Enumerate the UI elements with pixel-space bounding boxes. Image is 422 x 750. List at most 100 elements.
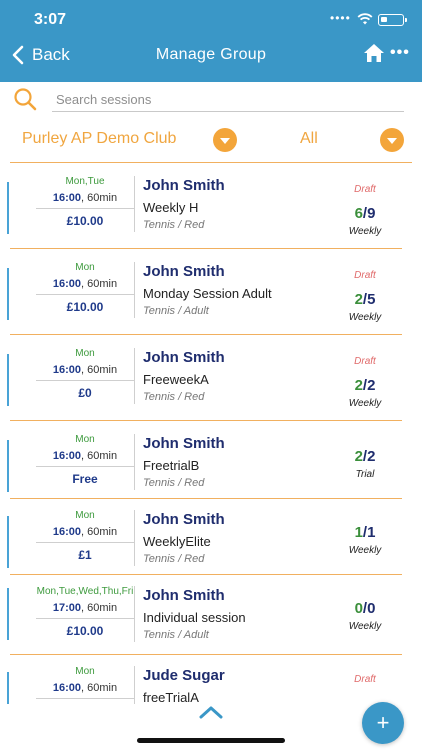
session-schedule: Mon 16:00, 60min £1 [36,510,134,562]
session-price: £1 [78,548,92,562]
session-sport: Tennis / Red [143,553,205,565]
chevron-down-icon [387,137,397,144]
session-price: £10.00 [66,214,104,228]
home-indicator [137,738,285,743]
session-time-duration: 16:00, 60min [36,277,134,295]
count-filled: 2 [354,448,363,465]
count-filled: 6 [354,205,363,222]
session-name: FreetrialB [143,458,200,473]
coach-name: John Smith [143,587,225,604]
card-accent [7,354,9,406]
session-card[interactable]: Mon 16:00, 60min Free John Smith Freetri… [0,422,422,499]
add-session-button[interactable]: + [362,702,404,744]
session-status: Draft [354,270,376,281]
session-frequency: Weekly [348,621,382,632]
session-time: 16:00 [52,526,82,538]
card-accent [7,440,9,492]
status-time: 3:07 [34,11,67,28]
cellular-signal-icon: •••• [330,11,351,25]
session-duration: , 60min [81,602,118,614]
session-status: Draft [354,674,376,685]
session-card[interactable]: Mon 16:00, 60min £10.00 John Smith Monda… [0,250,422,336]
session-schedule: Mon,Tue 16:00, 60min £10.00 [36,176,134,228]
search-bar [0,82,422,122]
session-duration: , 60min [81,278,118,290]
session-days: Mon [75,262,95,273]
coach-name: Jude Sugar [143,667,225,684]
session-time: 16:00 [52,364,82,376]
count-filled: 1 [354,524,363,541]
divider [10,162,412,163]
session-time-duration: 16:00, 60min [36,681,134,699]
coach-name: John Smith [143,511,225,528]
top-bar: 3:07 •••• Back Manage Group ••• [0,0,422,82]
session-sport: Tennis / Adult [143,629,209,641]
session-schedule: Mon 16:00, 60min £0 [36,348,134,400]
card-accent [7,516,9,568]
status-bar: 3:07 •••• [0,10,422,32]
more-dots-icon[interactable]: ••• [390,44,410,62]
search-icon [14,88,37,111]
session-name: freeTrialA [143,690,199,704]
coach-name: John Smith [143,349,225,366]
count-capacity: /2 [362,448,376,465]
count-capacity: /9 [362,205,376,222]
card-accent [7,182,9,234]
type-filter-value[interactable]: All [300,130,318,148]
session-card[interactable]: Mon 16:00, 60min £0 John Smith FreeweekA… [0,336,422,422]
session-card[interactable]: Mon 16:00, 60min £1 John Smith WeeklyEli… [0,498,422,575]
session-count: 2/5 [330,291,400,308]
session-days: Mon [75,510,95,521]
session-time-duration: 16:00, 60min [36,363,134,381]
coach-name: John Smith [143,435,225,452]
session-schedule: Mon 16:00, 60min Free [36,434,134,486]
card-accent [7,672,9,704]
session-frequency: Trial [355,469,375,480]
session-schedule: Mon 16:00, 60min £10.00 [36,262,134,314]
session-days: Mon [75,666,95,677]
session-frequency: Weekly [348,545,382,556]
session-days: Mon [75,348,95,359]
card-divider [134,434,135,490]
session-name: Monday Session Adult [143,286,272,301]
card-divider [134,666,135,704]
session-frequency: Weekly [348,226,382,237]
session-status: Draft [354,184,376,195]
count-capacity: /0 [362,600,376,617]
card-divider [134,176,135,232]
club-filter-value[interactable]: Purley AP Demo Club [22,130,176,148]
card-accent [7,588,9,640]
session-count: 2/2 [330,448,400,465]
session-sport: Tennis / Red [143,391,205,403]
session-price: Free [72,472,98,486]
session-count: 1/1 [330,524,400,541]
session-frequency: Weekly [348,398,382,409]
card-accent [7,268,9,320]
session-card[interactable]: Mon,Tue,Wed,Thu,Fri 17:00, 60min £10.00 … [0,574,422,655]
session-status: Draft [354,356,376,367]
search-input[interactable] [52,88,404,112]
club-dropdown-button[interactable] [213,128,237,152]
session-price: £0 [78,386,92,400]
session-duration: , 60min [81,450,118,462]
session-time: 16:00 [52,450,82,462]
filters-row: Purley AP Demo Club All [0,122,422,164]
session-time-duration: 17:00, 60min [36,601,134,619]
session-card[interactable]: Mon 16:00, 60min Jude Sugar freeTrialA D… [0,654,422,704]
session-sport: Tennis / Red [143,477,205,489]
session-duration: , 60min [81,192,118,204]
session-time: 16:00 [52,192,82,204]
session-count: 6/9 [330,205,400,222]
home-icon[interactable] [363,42,385,64]
card-separator [10,420,402,421]
session-card[interactable]: Mon,Tue 16:00, 60min £10.00 John Smith W… [0,164,422,250]
session-time: 17:00 [52,602,82,614]
count-filled: 0 [354,600,363,617]
session-count: 2/2 [330,377,400,394]
chevron-up-icon[interactable] [198,704,224,720]
count-capacity: /2 [362,377,376,394]
session-days: Mon [75,434,95,445]
card-separator [10,248,402,249]
session-name: Weekly H [143,200,199,215]
type-dropdown-button[interactable] [380,128,404,152]
